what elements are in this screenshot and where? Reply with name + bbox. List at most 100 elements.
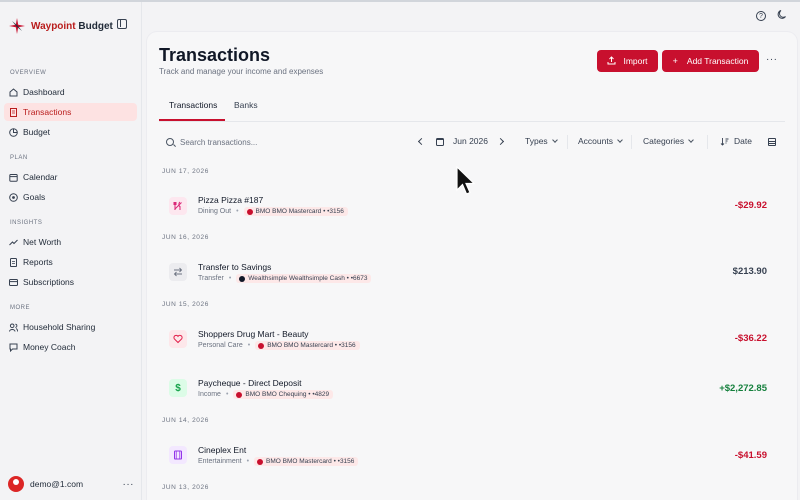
table-view-icon[interactable] bbox=[768, 138, 776, 146]
section-label-plan: PLAN bbox=[10, 155, 28, 161]
sidebar-collapse-icon[interactable] bbox=[117, 19, 127, 29]
bank-logo-icon bbox=[246, 208, 253, 215]
user-email: demo@1.com bbox=[30, 479, 84, 489]
sort-icon bbox=[720, 137, 729, 146]
search-icon bbox=[166, 138, 174, 146]
theme-toggle-moon-icon[interactable] bbox=[777, 9, 788, 23]
plus-icon: + bbox=[672, 56, 678, 66]
month-selector[interactable]: Jun 2026 bbox=[453, 136, 488, 146]
chevron-down-icon bbox=[617, 136, 623, 143]
transaction-amount: -$41.59 bbox=[734, 450, 767, 461]
sort-button[interactable]: Date bbox=[720, 136, 752, 146]
upload-icon bbox=[607, 55, 616, 67]
date-header: JUN 15, 2026 bbox=[162, 301, 209, 308]
sidebar-item-label: Dashboard bbox=[23, 87, 65, 97]
sidebar-item-label: Calendar bbox=[23, 172, 58, 182]
sidebar-item-subscriptions[interactable]: Subscriptions bbox=[4, 273, 137, 291]
search-input[interactable] bbox=[180, 134, 380, 150]
import-button[interactable]: Import bbox=[597, 50, 658, 72]
sidebar-item-label: Reports bbox=[23, 257, 53, 267]
date-header: JUN 17, 2026 bbox=[162, 168, 209, 175]
account-badge: BMO BMO Mastercard • •3156 bbox=[255, 341, 360, 350]
sidebar-item-budget[interactable]: Budget bbox=[4, 123, 137, 141]
transaction-amount: $213.90 bbox=[732, 266, 767, 277]
bank-logo-icon bbox=[257, 458, 264, 465]
sidebar-item-label: Budget bbox=[23, 127, 50, 137]
sidebar-item-transactions[interactable]: Transactions bbox=[4, 103, 137, 121]
accounts-filter[interactable]: Accounts bbox=[578, 136, 623, 146]
sidebar-item-label: Transactions bbox=[23, 107, 72, 117]
account-badge: BMO BMO Mastercard • •3156 bbox=[243, 207, 348, 216]
brand[interactable]: Waypoint Budget bbox=[9, 16, 113, 36]
tab-banks[interactable]: Banks bbox=[234, 100, 258, 110]
transaction-name: Transfer to Savings bbox=[198, 262, 272, 272]
target-icon bbox=[9, 192, 18, 202]
categories-filter[interactable]: Categories bbox=[643, 136, 694, 146]
add-transaction-button[interactable]: + Add Transaction bbox=[662, 50, 759, 72]
filter-divider bbox=[631, 135, 632, 149]
transaction-category: Income bbox=[198, 391, 221, 398]
sidebar-item-goals[interactable]: Goals bbox=[4, 188, 137, 206]
more-options-icon[interactable]: ··· bbox=[766, 54, 778, 65]
next-month-icon[interactable] bbox=[496, 137, 505, 146]
transaction-category: Personal Care bbox=[198, 342, 243, 349]
separator-dot: • bbox=[225, 391, 229, 398]
categories-filter-label: Categories bbox=[643, 136, 685, 146]
app-name: Waypoint Budget bbox=[31, 20, 113, 32]
transaction-name: Cineplex Ent bbox=[198, 445, 247, 455]
film-icon bbox=[169, 446, 187, 464]
transaction-meta: Entertainment • BMO BMO Mastercard • •31… bbox=[198, 457, 359, 466]
filter-divider bbox=[567, 135, 568, 149]
sidebar-item-calendar[interactable]: Calendar bbox=[4, 168, 137, 186]
separator-dot: • bbox=[246, 458, 250, 465]
heart-icon bbox=[169, 330, 187, 348]
transaction-name: Paycheque - Direct Deposit bbox=[198, 378, 302, 388]
section-label-insights: INSIGHTS bbox=[10, 220, 43, 226]
types-filter-label: Types bbox=[525, 136, 548, 146]
transaction-name: Pizza Pizza #187 bbox=[198, 195, 264, 205]
more-icon[interactable]: ··· bbox=[123, 479, 135, 490]
transaction-meta: Personal Care • BMO BMO Mastercard • •31… bbox=[198, 341, 360, 350]
prev-month-icon[interactable] bbox=[417, 137, 426, 146]
sort-label: Date bbox=[734, 136, 752, 146]
calendar-icon bbox=[436, 138, 444, 146]
page-subtitle: Track and manage your income and expense… bbox=[159, 67, 324, 76]
trend-icon bbox=[9, 238, 18, 247]
home-icon bbox=[9, 87, 18, 97]
mouse-cursor-icon bbox=[456, 166, 476, 195]
transaction-amount: -$36.22 bbox=[734, 333, 767, 344]
transaction-amount: +$2,272.85 bbox=[719, 383, 767, 394]
chevron-down-icon bbox=[688, 136, 694, 143]
sidebar: Waypoint Budget OVERVIEW Dashboard Trans… bbox=[0, 2, 142, 500]
sidebar-item-label: Subscriptions bbox=[23, 277, 75, 287]
sidebar-item-reports[interactable]: Reports bbox=[4, 253, 137, 271]
account-badge: BMO BMO Mastercard • •3156 bbox=[254, 457, 359, 466]
chat-icon bbox=[9, 343, 18, 352]
user-menu[interactable]: demo@1.com ··· bbox=[8, 476, 134, 492]
transfer-icon bbox=[169, 263, 187, 281]
help-icon[interactable]: ? bbox=[756, 11, 766, 21]
sidebar-item-net-worth[interactable]: Net Worth bbox=[4, 233, 137, 251]
sidebar-item-money-coach[interactable]: Money Coach bbox=[4, 338, 137, 356]
separator-dot: • bbox=[247, 342, 251, 349]
utensils-icon bbox=[169, 197, 187, 215]
separator-dot: • bbox=[236, 208, 239, 215]
bank-logo-icon bbox=[239, 275, 246, 282]
transaction-meta: Income • BMO BMO Chequing • •4829 bbox=[198, 390, 334, 399]
tab-transactions[interactable]: Transactions bbox=[169, 100, 217, 110]
types-filter[interactable]: Types bbox=[525, 136, 558, 146]
transaction-category: Dining Out bbox=[198, 208, 232, 215]
transaction-amount: -$29.92 bbox=[734, 200, 767, 211]
transaction-meta: Dining Out • BMO BMO Mastercard • •3156 bbox=[198, 207, 348, 216]
compass-logo-icon bbox=[9, 18, 25, 34]
date-header: JUN 14, 2026 bbox=[162, 417, 209, 424]
pie-icon bbox=[9, 127, 18, 137]
calendar-icon bbox=[9, 173, 18, 182]
users-icon bbox=[9, 323, 18, 332]
tabs-divider bbox=[159, 121, 785, 122]
sidebar-item-label: Net Worth bbox=[23, 237, 62, 247]
bank-logo-icon bbox=[258, 342, 265, 349]
sidebar-item-dashboard[interactable]: Dashboard bbox=[4, 83, 137, 101]
sidebar-item-household-sharing[interactable]: Household Sharing bbox=[4, 318, 137, 336]
accounts-filter-label: Accounts bbox=[578, 136, 613, 146]
